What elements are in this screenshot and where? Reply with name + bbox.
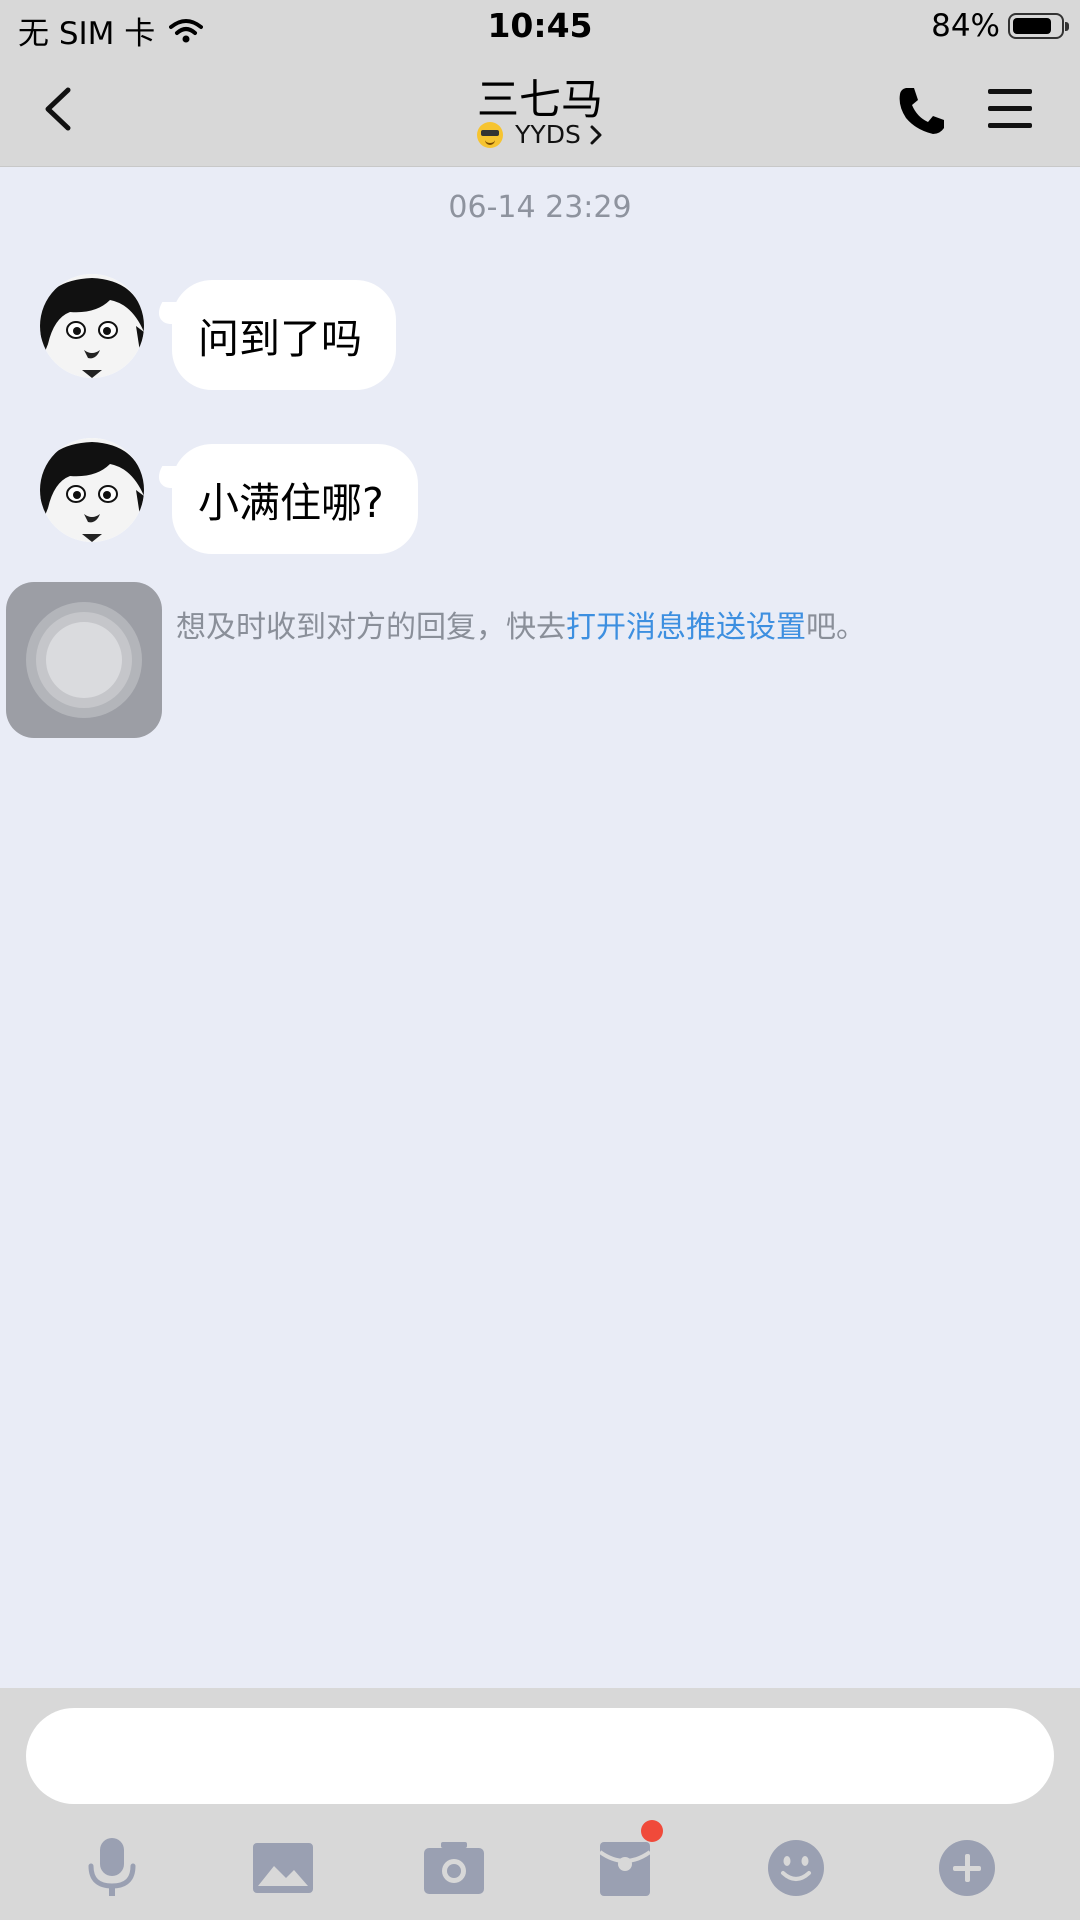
notice-prefix: 想及时收到对方的回复，快去 [176,610,566,645]
contact-avatar[interactable] [40,438,144,542]
battery-group: 84% [931,8,1069,44]
phone-icon [899,88,944,134]
composer [0,1688,1080,1920]
sticker-button[interactable] [756,1828,836,1908]
composer-toolbar [0,1820,1080,1908]
notification-badge [641,1820,663,1842]
more-menu-button[interactable] [986,86,1034,130]
battery-percent: 84% [931,8,1000,44]
camera-icon [424,1842,484,1894]
message-bubble[interactable]: 小满住哪? [172,444,418,554]
photo-album-button[interactable] [243,1828,323,1908]
chevron-right-icon [590,125,602,144]
battery-level-fill [1013,18,1051,34]
contact-avatar[interactable] [40,274,144,378]
image-icon [253,1843,313,1893]
battery-icon [1008,13,1069,39]
message-timestamp: 06-14 23:29 [448,190,632,225]
voice-call-button[interactable] [896,84,946,136]
hamburger-menu-icon [988,89,1032,128]
camera-button[interactable] [414,1828,494,1908]
open-push-settings-link[interactable]: 打开消息推送设置 [566,610,806,645]
chat-header: 三七马 YYDS [0,54,1080,167]
status-bar: 无 SIM 卡 10:45 84% [0,0,1080,54]
message-bubble[interactable]: 问到了吗 [172,280,396,390]
message-input[interactable] [26,1708,1054,1804]
incoming-message: 问到了吗 [40,274,396,390]
anime-avatar-icon [40,274,144,378]
more-options-button[interactable] [927,1828,1007,1908]
red-packet-icon [599,1842,651,1896]
assistive-touch-ring [46,622,122,698]
notice-suffix: 吧。 [806,610,866,645]
message-text: 问到了吗 [198,315,362,363]
incoming-message: 小满住哪? [40,438,418,554]
voice-message-button[interactable] [72,1828,152,1908]
microphone-icon [88,1838,136,1896]
red-packet-button[interactable] [585,1820,665,1908]
anime-avatar-icon [40,438,144,542]
sunglasses-emoji-icon [477,121,504,148]
message-text: 小满住哪? [198,479,384,527]
clock: 10:45 [487,6,593,45]
contact-status-text: YYDS [515,120,581,149]
emoji-icon [768,1840,824,1896]
plus-icon [939,1840,995,1896]
push-notification-notice: 想及时收到对方的回复，快去打开消息推送设置吧。 [176,602,866,646]
assistive-touch-button[interactable] [6,582,162,738]
